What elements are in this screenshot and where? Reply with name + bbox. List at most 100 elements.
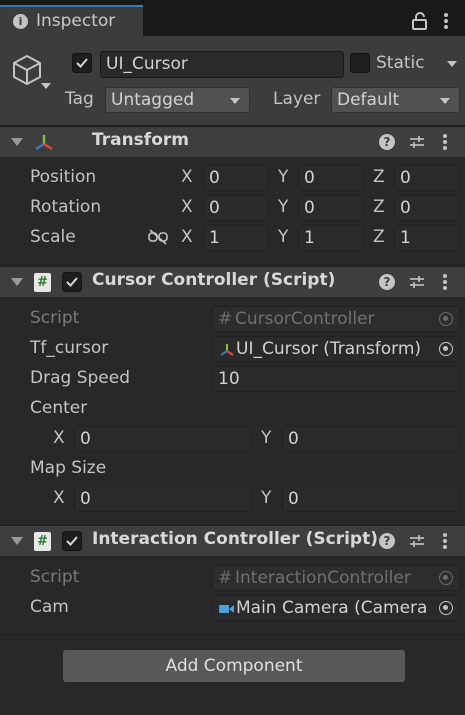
script-value: InteractionController bbox=[235, 568, 411, 588]
gameobject-name-input[interactable]: UI_Cursor bbox=[100, 51, 344, 78]
axis-x-label: X bbox=[181, 227, 193, 247]
rotation-y-field[interactable]: 0 bbox=[298, 195, 364, 221]
axis-y-label: Y bbox=[261, 428, 272, 448]
scale-label: Scale bbox=[30, 227, 76, 247]
cam-value: Main Camera (Camera bbox=[236, 598, 428, 618]
axis-y-label: Y bbox=[278, 227, 289, 247]
transform-title: Transform bbox=[92, 130, 189, 150]
axis-y-label: Y bbox=[261, 488, 272, 508]
tab-bar: i Inspector bbox=[0, 0, 465, 36]
object-picker-icon bbox=[439, 571, 453, 585]
presets-icon[interactable] bbox=[409, 274, 425, 290]
map-size-x-field[interactable]: 0 bbox=[74, 486, 252, 512]
map-size-y-field[interactable]: 0 bbox=[282, 486, 460, 512]
divider bbox=[0, 634, 465, 635]
static-dropdown-arrow[interactable] bbox=[447, 61, 457, 67]
static-checkbox[interactable] bbox=[350, 53, 370, 73]
tf-cursor-value: UI_Cursor (Transform) bbox=[236, 339, 422, 359]
scale-x-field[interactable]: 1 bbox=[203, 225, 269, 251]
gameobject-header: UI_Cursor Static Tag Untagged Layer Defa… bbox=[0, 36, 465, 126]
map-size-label: Map Size bbox=[30, 458, 107, 478]
script-object-field: # CursorController bbox=[212, 306, 460, 332]
cursor-controller-title: Cursor Controller (Script) bbox=[92, 270, 336, 290]
foldout-arrow-icon[interactable] bbox=[11, 278, 23, 286]
interaction-controller-title: Interaction Controller (Script) bbox=[92, 529, 378, 549]
tag-dropdown[interactable]: Untagged bbox=[105, 87, 250, 113]
script-file-icon: # bbox=[218, 309, 233, 329]
help-icon[interactable]: ? bbox=[379, 134, 395, 150]
transform-header[interactable]: Transform ? bbox=[0, 126, 465, 157]
tab-inspector[interactable]: i Inspector bbox=[0, 5, 143, 36]
component-menu-icon[interactable] bbox=[442, 273, 448, 291]
layer-dropdown[interactable]: Default bbox=[331, 87, 460, 113]
icon-dropdown-arrow[interactable] bbox=[41, 83, 51, 89]
script-object-field: # InteractionController bbox=[212, 565, 460, 591]
tag-value: Untagged bbox=[111, 90, 195, 110]
rotation-label: Rotation bbox=[30, 197, 102, 217]
cam-object-field[interactable]: Main Camera (Camera bbox=[212, 595, 460, 621]
axis-y-label: Y bbox=[278, 197, 289, 217]
foldout-arrow-icon[interactable] bbox=[11, 537, 23, 545]
lock-icon[interactable] bbox=[411, 11, 429, 31]
axis-y-label: Y bbox=[278, 167, 289, 187]
axis-z-label: Z bbox=[373, 197, 385, 217]
tf-cursor-object-field[interactable]: UI_Cursor (Transform) bbox=[212, 336, 460, 362]
interaction-controller-header[interactable]: # Interaction Controller (Script) ? bbox=[0, 525, 465, 556]
transform-icon bbox=[35, 135, 53, 151]
axis-x-label: X bbox=[181, 197, 193, 217]
center-y-field[interactable]: 0 bbox=[282, 426, 460, 452]
axis-x-label: X bbox=[181, 167, 193, 187]
chevron-down-icon bbox=[440, 98, 450, 104]
position-z-field[interactable]: 0 bbox=[394, 165, 460, 191]
rotation-x-field[interactable]: 0 bbox=[203, 195, 269, 221]
drag-speed-field[interactable]: 10 bbox=[212, 366, 460, 392]
tf-cursor-label: Tf_cursor bbox=[30, 338, 109, 358]
csharp-script-icon: # bbox=[34, 273, 51, 292]
script-file-icon: # bbox=[218, 568, 233, 588]
axis-x-label: X bbox=[53, 428, 65, 448]
presets-icon[interactable] bbox=[409, 533, 425, 549]
camera-icon bbox=[219, 605, 234, 613]
constrain-proportions-icon[interactable] bbox=[147, 228, 169, 246]
scale-z-field[interactable]: 1 bbox=[394, 225, 460, 251]
more-menu-icon[interactable] bbox=[443, 12, 449, 30]
object-picker-icon bbox=[439, 312, 453, 326]
active-checkbox[interactable] bbox=[72, 53, 92, 73]
csharp-script-icon: # bbox=[34, 532, 51, 551]
component-menu-icon[interactable] bbox=[442, 532, 448, 550]
info-icon: i bbox=[13, 14, 28, 29]
drag-speed-label: Drag Speed bbox=[30, 368, 130, 388]
cam-label: Cam bbox=[30, 597, 69, 617]
foldout-arrow-icon[interactable] bbox=[11, 138, 23, 146]
transform-icon bbox=[220, 344, 234, 356]
axis-x-label: X bbox=[53, 488, 65, 508]
script-label: Script bbox=[30, 567, 80, 587]
static-label: Static bbox=[376, 53, 425, 73]
script-label: Script bbox=[30, 308, 80, 328]
object-picker-icon[interactable] bbox=[439, 342, 453, 356]
cursor-controller-header[interactable]: # Cursor Controller (Script) ? bbox=[0, 266, 465, 297]
help-icon[interactable]: ? bbox=[379, 274, 395, 290]
tab-label: Inspector bbox=[36, 11, 116, 31]
scale-y-field[interactable]: 1 bbox=[298, 225, 364, 251]
component-enabled-checkbox[interactable] bbox=[62, 531, 82, 551]
help-icon[interactable]: ? bbox=[379, 533, 395, 549]
axis-z-label: Z bbox=[373, 167, 385, 187]
add-component-button[interactable]: Add Component bbox=[62, 649, 406, 683]
position-x-field[interactable]: 0 bbox=[203, 165, 269, 191]
layer-label: Layer bbox=[273, 89, 321, 109]
axis-z-label: Z bbox=[373, 227, 385, 247]
chevron-down-icon bbox=[230, 98, 240, 104]
rotation-z-field[interactable]: 0 bbox=[394, 195, 460, 221]
tag-label: Tag bbox=[65, 89, 94, 109]
script-value: CursorController bbox=[235, 309, 375, 329]
center-x-field[interactable]: 0 bbox=[74, 426, 252, 452]
component-enabled-checkbox[interactable] bbox=[62, 272, 82, 292]
component-menu-icon[interactable] bbox=[442, 133, 448, 151]
position-y-field[interactable]: 0 bbox=[298, 165, 364, 191]
position-label: Position bbox=[30, 167, 97, 187]
center-label: Center bbox=[30, 398, 88, 418]
object-picker-icon[interactable] bbox=[439, 601, 453, 615]
layer-value: Default bbox=[337, 90, 400, 110]
presets-icon[interactable] bbox=[409, 134, 425, 150]
